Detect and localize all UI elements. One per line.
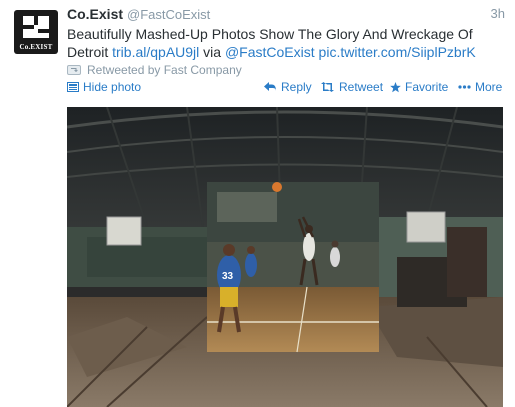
reply-icon [264, 82, 276, 91]
more-button[interactable]: More [458, 80, 502, 94]
via-text: via [199, 44, 225, 60]
detroit-gym-mashup-image: 33 [67, 107, 503, 407]
favorite-button[interactable]: Favorite [390, 80, 448, 94]
tweet-photo[interactable]: 33 [67, 107, 503, 407]
more-dots-icon [458, 85, 471, 89]
tweet-text: Beautifully Mashed-Up Photos Show The Gl… [67, 25, 507, 61]
photo-icon [67, 82, 79, 92]
star-icon [390, 81, 401, 92]
coexist-logo-icon [23, 16, 49, 38]
reply-button[interactable]: Reply [264, 80, 312, 94]
tweet-actions: Hide photo Reply Retweet Favorite More [67, 80, 505, 96]
article-link[interactable]: trib.al/qpAU9jl [112, 44, 199, 60]
favorite-label: Favorite [405, 80, 449, 94]
author-handle[interactable]: @FastCoExist [127, 7, 210, 22]
retweet-icon [321, 82, 334, 92]
more-label: More [475, 80, 503, 94]
author-name[interactable]: Co.Exist [67, 6, 123, 22]
tweet-timestamp[interactable]: 3h [491, 6, 505, 21]
retweet-button[interactable]: Retweet [320, 80, 383, 94]
tweet-header: Co.Exist @FastCoExist 3h [67, 6, 505, 24]
retweeted-by-label[interactable]: Retweeted by Fast Company [87, 63, 242, 77]
hide-photo-label: Hide photo [83, 80, 142, 94]
avatar[interactable]: Co.EXIST [14, 10, 58, 54]
retweet-label: Retweet [339, 80, 384, 94]
hide-photo-button[interactable]: Hide photo [67, 80, 141, 94]
retweeted-icon [67, 65, 81, 75]
jersey-number: 33 [222, 271, 234, 282]
pic-link[interactable]: pic.twitter.com/SiiplPzbrK [319, 44, 476, 60]
retweeted-by: Retweeted by Fast Company [67, 63, 242, 77]
avatar-text: Co.EXIST [19, 43, 53, 51]
mention-link[interactable]: @FastCoExist [225, 44, 315, 60]
reply-label: Reply [281, 80, 312, 94]
